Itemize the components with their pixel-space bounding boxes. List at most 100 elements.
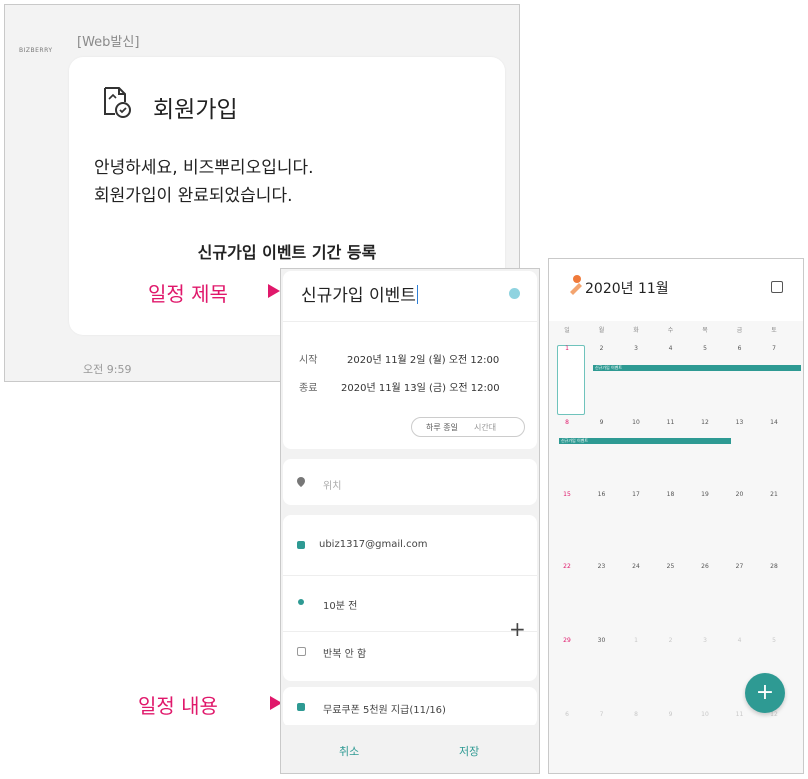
weekday-label: 일 <box>564 327 570 334</box>
menu-icon[interactable] <box>569 281 583 295</box>
location-card[interactable]: 위치 <box>283 459 537 505</box>
sender-name: BIZBERRY <box>19 47 53 54</box>
calendar-day-cell[interactable]: 18 <box>661 491 681 498</box>
calendar-day-cell[interactable]: 11 <box>661 419 681 426</box>
calendar-day-cell[interactable]: 27 <box>730 563 750 570</box>
calendar-day-cell[interactable]: 25 <box>661 563 681 570</box>
start-label: 시작 <box>299 355 318 366</box>
event-title-text: 신규가입 이벤트 <box>301 286 416 306</box>
calendar-day-cell[interactable]: 3 <box>626 345 646 352</box>
account-email[interactable]: ubiz1317@gmail.com <box>319 539 427 550</box>
repeat-icon <box>297 647 306 656</box>
calendar-day-cell[interactable]: 22 <box>557 563 577 570</box>
weekday-label: 수 <box>667 327 674 334</box>
calendar-day-cell[interactable]: 17 <box>626 491 646 498</box>
calendar-day-cell[interactable]: 16 <box>592 491 612 498</box>
add-reminder-button[interactable]: + <box>509 619 526 639</box>
calendar-day-cell[interactable]: 14 <box>764 419 784 426</box>
calendar-day-cell[interactable]: 5 <box>695 345 715 352</box>
memo-card[interactable]: 무료쿠폰 5천원 지급(11/16) <box>283 687 537 727</box>
calendar-day-cell[interactable]: 28 <box>764 563 784 570</box>
calendar-day-cell[interactable]: 26 <box>695 563 715 570</box>
editor-footer: 취소 저장 <box>281 725 539 773</box>
divider <box>283 575 537 576</box>
end-datetime[interactable]: 2020년 11월 13일 (금) 오전 12:00 <box>341 379 500 394</box>
calendar-day-cell[interactable]: 23 <box>592 563 612 570</box>
memo-icon <box>297 703 305 711</box>
notification-badge <box>573 275 581 283</box>
end-label: 종료 <box>299 383 318 394</box>
annotation-title-label: 일정 제목 <box>148 282 228 306</box>
calendar-day-cell[interactable]: 9 <box>592 419 612 426</box>
event-bar[interactable]: 신규가입 이벤트 <box>593 365 801 371</box>
message-body-line1: 안녕하세요, 비즈뿌리오입니다. <box>94 158 314 178</box>
annotation-content-label: 일정 내용 <box>138 694 218 718</box>
calendar-day-cell[interactable]: 6 <box>557 711 577 718</box>
calendar-day-cell[interactable]: 7 <box>764 345 784 352</box>
weekday-label: 목 <box>702 327 708 334</box>
timezone-label[interactable]: 시간대 <box>474 422 496 433</box>
calendar-day-cell[interactable]: 1 <box>626 637 646 644</box>
weekday-label: 월 <box>598 327 605 334</box>
calendar-day-cell[interactable]: 8 <box>557 419 577 426</box>
message-body-line2: 회원가입이 완료되었습니다. <box>94 186 293 206</box>
calendar-month-title[interactable]: 2020년 11월 <box>585 278 669 298</box>
calendar-header: 2020년 11월 <box>549 259 803 319</box>
text-cursor <box>416 285 418 304</box>
selected-day-highlight <box>557 345 585 415</box>
message-title: 회원가입 <box>153 97 238 123</box>
calendar-day-cell[interactable]: 9 <box>661 711 681 718</box>
memo-text[interactable]: 무료쿠폰 5천원 지급(11/16) <box>323 701 446 716</box>
location-pin-icon <box>297 477 305 487</box>
message-tag: [Web발신] <box>77 35 140 50</box>
calendar-day-cell[interactable]: 11 <box>730 711 750 718</box>
weekday-label: 금 <box>736 327 743 334</box>
bell-icon <box>298 599 304 605</box>
weekday-label: 화 <box>633 327 639 334</box>
calendar-day-cell[interactable]: 4 <box>661 345 681 352</box>
message-subtitle: 신규가입 이벤트 기간 등록 <box>197 243 377 262</box>
calendar-day-cell[interactable]: 12 <box>695 419 715 426</box>
calendar-day-cell[interactable]: 30 <box>592 637 612 644</box>
divider <box>283 631 537 632</box>
calendar-day-cell[interactable]: 4 <box>730 637 750 644</box>
event-editor-panel: 신규가입 이벤트 시작 2020년 11월 2일 (월) 오전 12:00 종료… <box>280 268 540 774</box>
details-card: ubiz1317@gmail.com 10분 전 반복 안 함 <box>283 515 537 681</box>
event-title-input[interactable]: 신규가입 이벤트 <box>301 281 418 306</box>
calendar-day-cell[interactable]: 6 <box>730 345 750 352</box>
allday-toggle[interactable]: 하루 종일 시간대 <box>411 417 525 437</box>
calendar-day-cell[interactable]: 2 <box>592 345 612 352</box>
calendar-day-cell[interactable]: 19 <box>695 491 715 498</box>
location-input[interactable]: 위치 <box>323 477 341 492</box>
calendar-day-cell[interactable]: 8 <box>626 711 646 718</box>
calendar-day-cell[interactable]: 2 <box>661 637 681 644</box>
calendar-day-cell[interactable]: 13 <box>730 419 750 426</box>
calendar-day-cell[interactable]: 20 <box>730 491 750 498</box>
annotation-arrow-icon <box>268 284 280 298</box>
color-picker-icon[interactable] <box>509 288 520 299</box>
save-button[interactable]: 저장 <box>459 743 479 759</box>
message-time: 오전 9:59 <box>83 363 132 376</box>
add-event-button[interactable]: + <box>745 673 785 713</box>
calendar-day-cell[interactable]: 10 <box>626 419 646 426</box>
calendar-day-cell[interactable]: 5 <box>764 637 784 644</box>
event-time-card: 신규가입 이벤트 시작 2020년 11월 2일 (월) 오전 12:00 종료… <box>283 271 537 449</box>
event-bar[interactable]: 신규가입 이벤트 <box>559 438 731 444</box>
calendar-day-cell[interactable]: 3 <box>695 637 715 644</box>
calendar-day-cell[interactable]: 10 <box>695 711 715 718</box>
weekday-label: 토 <box>771 327 777 334</box>
reminder-text[interactable]: 10분 전 <box>323 597 357 612</box>
allday-label[interactable]: 하루 종일 <box>426 422 458 433</box>
start-datetime[interactable]: 2020년 11월 2일 (월) 오전 12:00 <box>347 351 499 366</box>
calendar-view-icon[interactable] <box>771 281 783 293</box>
cancel-button[interactable]: 취소 <box>339 743 359 759</box>
calendar-day-cell[interactable]: 24 <box>626 563 646 570</box>
calendar-day-cell[interactable]: 21 <box>764 491 784 498</box>
calendar-panel: 2020년 11월 일 월 화 수 목 금 토 1 2 3 4 5 6 7 8 9 10 11 12 13 14 15 16… <box>548 258 804 774</box>
calendar-day-cell[interactable]: 1 <box>557 345 577 352</box>
repeat-text[interactable]: 반복 안 함 <box>323 645 366 660</box>
calendar-day-cell[interactable]: 29 <box>557 637 577 644</box>
calendar-day-cell[interactable]: 15 <box>557 491 577 498</box>
calendar-day-cell[interactable]: 7 <box>592 711 612 718</box>
document-check-icon <box>104 87 131 118</box>
